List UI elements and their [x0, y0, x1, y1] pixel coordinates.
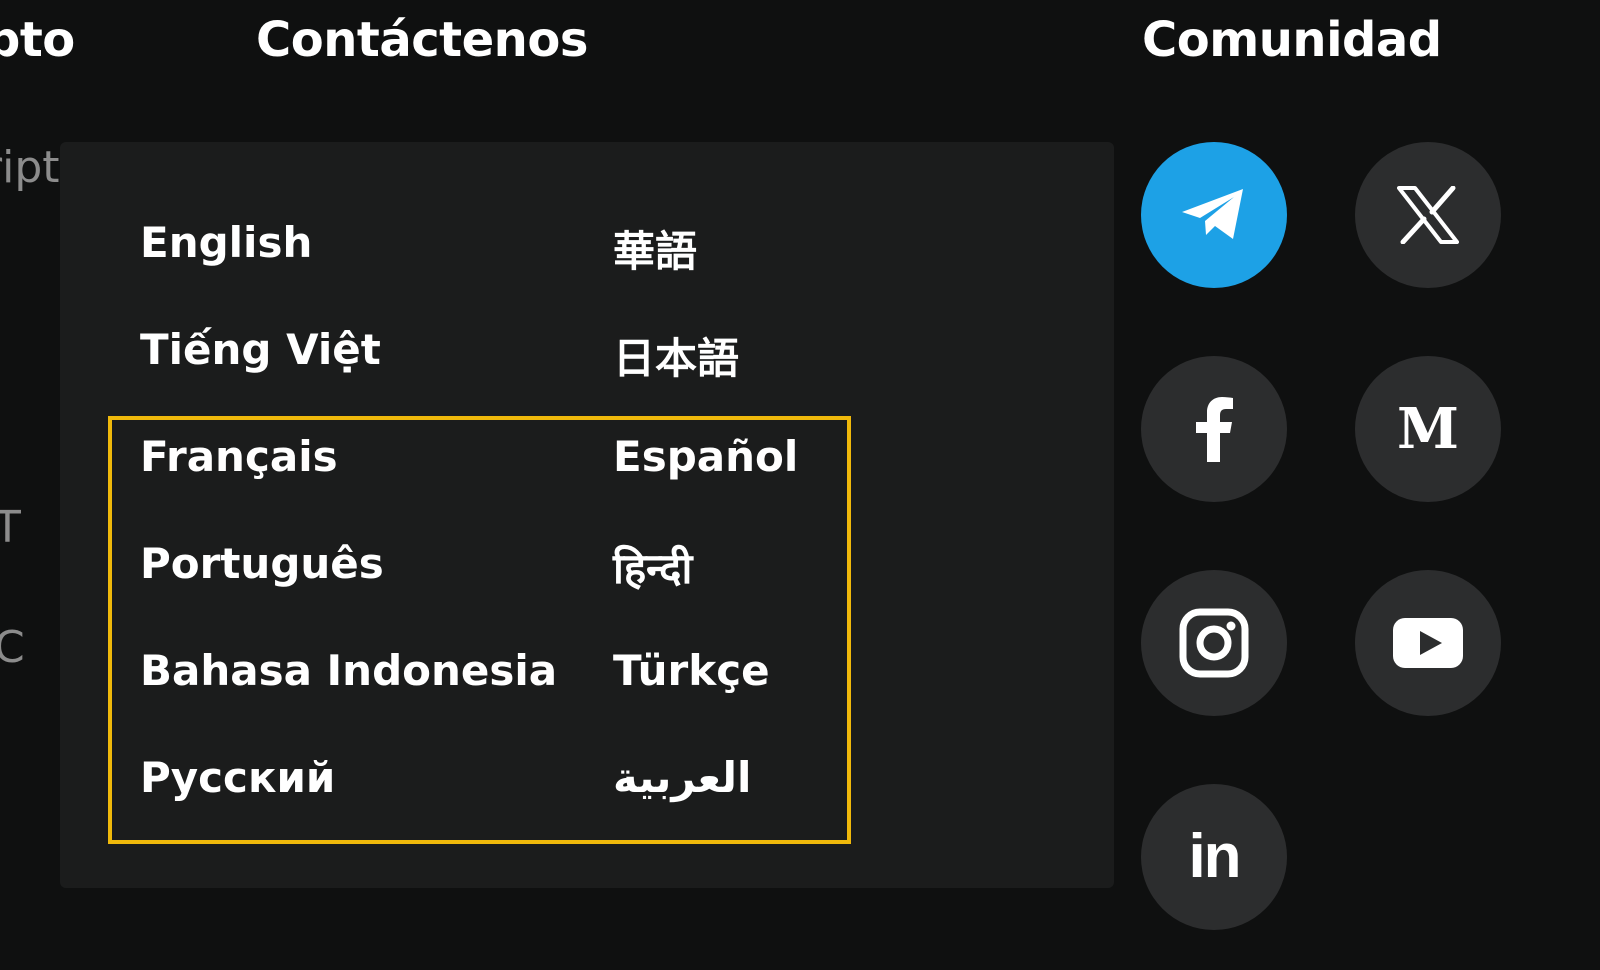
language-option-chinese[interactable]: 華語 [613, 218, 697, 279]
linkedin-icon: in [1188, 822, 1241, 891]
contact-heading: Contáctenos [256, 12, 588, 68]
youtube-button[interactable] [1355, 570, 1501, 716]
instagram-icon [1179, 608, 1249, 678]
telegram-button[interactable] [1141, 142, 1287, 288]
language-option-vietnamese[interactable]: Tiếng Việt [140, 325, 381, 374]
x-button[interactable] [1355, 142, 1501, 288]
instagram-button[interactable] [1141, 570, 1287, 716]
medium-button[interactable]: M [1355, 356, 1501, 502]
background-link[interactable]: ript [0, 142, 60, 193]
telegram-icon [1182, 189, 1243, 239]
facebook-icon [1196, 397, 1233, 462]
language-option-hindi[interactable]: हिन्दी [613, 539, 692, 596]
language-option-french[interactable]: Français [140, 432, 338, 481]
background-link[interactable]: C [0, 622, 25, 673]
medium-icon: M [1397, 396, 1459, 462]
facebook-button[interactable] [1141, 356, 1287, 502]
language-option-russian[interactable]: Русский [140, 753, 335, 802]
linkedin-button[interactable]: in [1141, 784, 1287, 930]
youtube-icon [1393, 618, 1463, 668]
language-option-japanese[interactable]: 日本語 [613, 325, 739, 386]
language-option-arabic[interactable]: العربية [613, 753, 751, 802]
language-option-portuguese[interactable]: Português [140, 539, 384, 588]
x-icon [1397, 186, 1459, 244]
language-option-indonesian[interactable]: Bahasa Indonesia [140, 646, 557, 695]
language-option-turkish[interactable]: Türkçe [613, 646, 770, 695]
language-option-english[interactable]: English [140, 218, 312, 267]
background-link[interactable]: T [0, 502, 21, 553]
language-dropdown: English 華語 Tiếng Việt 日本語 Français Españ… [60, 142, 1114, 888]
language-option-spanish[interactable]: Español [613, 432, 798, 481]
community-heading: Comunidad [1142, 12, 1442, 68]
crypto-heading: pto [0, 12, 75, 68]
